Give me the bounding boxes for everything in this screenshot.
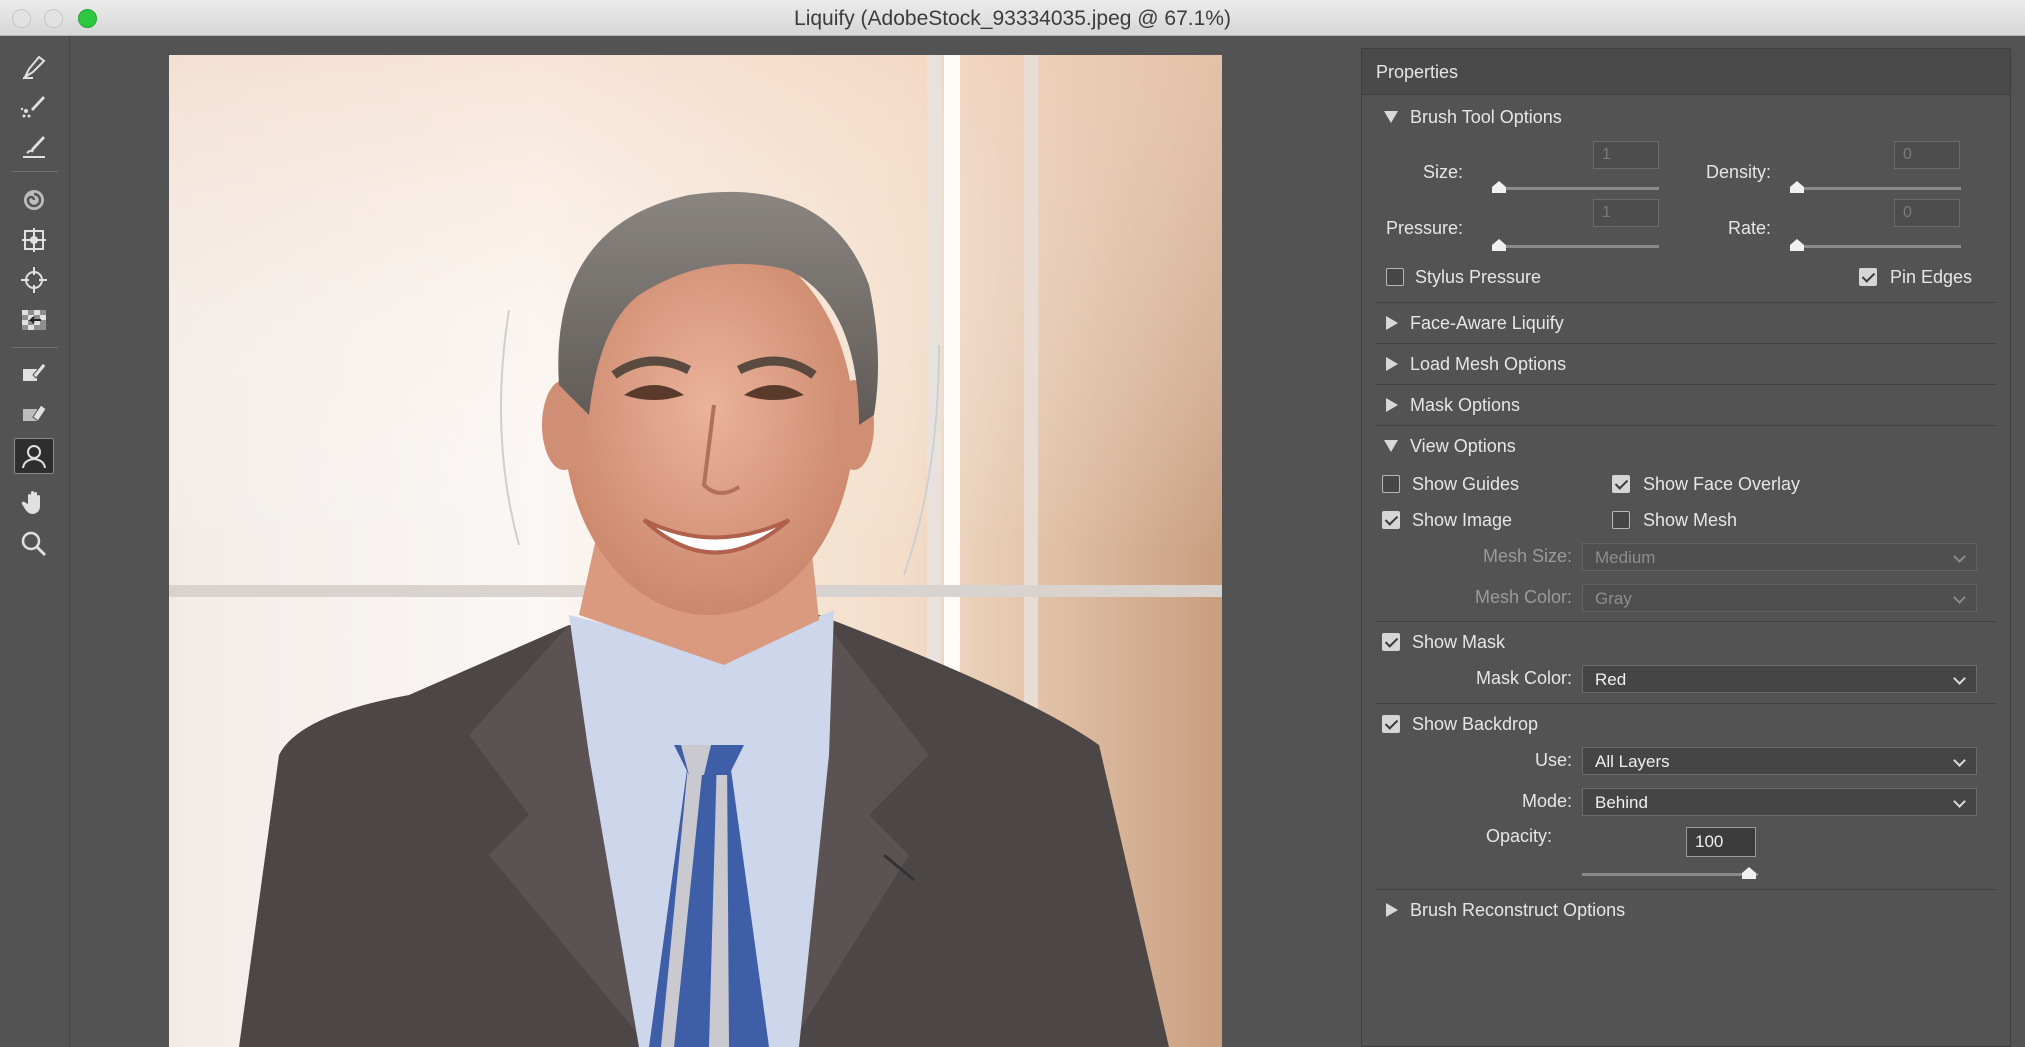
hand-tool-icon[interactable] bbox=[14, 484, 54, 520]
twirl-clockwise-tool-icon[interactable] bbox=[14, 182, 54, 218]
show-image-label: Show Image bbox=[1412, 510, 1513, 530]
pressure-slider-track[interactable] bbox=[1492, 245, 1659, 248]
chevron-down-icon bbox=[1953, 795, 1966, 808]
properties-panel: Properties Brush Tool Options Size: 1 De… bbox=[1361, 48, 2011, 1047]
pin-edges-checkbox[interactable] bbox=[1859, 268, 1877, 286]
section-header: Load Mesh Options bbox=[1410, 353, 1567, 374]
section-view-options[interactable]: View Options bbox=[1376, 426, 1996, 466]
use-select[interactable]: All Layers bbox=[1582, 747, 1977, 775]
thaw-mask-tool-icon[interactable] bbox=[14, 394, 54, 430]
show-guides-label: Show Guides bbox=[1412, 474, 1520, 494]
pucker-tool-icon[interactable] bbox=[14, 222, 54, 258]
use-value: All Layers bbox=[1595, 752, 1670, 771]
show-guides-checkbox[interactable] bbox=[1382, 475, 1400, 493]
section-brush-tool-options[interactable]: Brush Tool Options bbox=[1376, 97, 1996, 137]
smooth-tool-icon[interactable] bbox=[14, 128, 54, 164]
opacity-slider-thumb[interactable] bbox=[1742, 867, 1756, 879]
density-slider-track[interactable] bbox=[1790, 187, 1961, 190]
size-label: Size: bbox=[1422, 162, 1463, 182]
density-input[interactable]: 0 bbox=[1894, 141, 1960, 169]
density-label: Density: bbox=[1705, 162, 1771, 182]
liquify-toolbar bbox=[0, 36, 70, 1047]
pressure-label: Pressure: bbox=[1385, 218, 1463, 238]
mesh-size-label: Mesh Size: bbox=[1482, 546, 1572, 566]
stylus-pressure-label: Stylus Pressure bbox=[1415, 267, 1542, 287]
pin-edges-label: Pin Edges bbox=[1890, 267, 1973, 287]
section-header: Brush Tool Options bbox=[1410, 106, 1562, 127]
pressure-input[interactable]: 1 bbox=[1593, 199, 1659, 227]
expand-triangle-icon bbox=[1386, 903, 1398, 917]
section-brush-reconstruct-options[interactable]: Brush Reconstruct Options bbox=[1376, 890, 1996, 930]
forward-warp-tool-icon[interactable] bbox=[14, 48, 54, 84]
mesh-color-value: Gray bbox=[1595, 589, 1632, 608]
rate-label: Rate: bbox=[1727, 218, 1771, 238]
mask-color-select[interactable]: Red bbox=[1582, 665, 1977, 693]
expand-triangle-icon bbox=[1386, 357, 1398, 371]
show-mask-label: Show Mask bbox=[1412, 632, 1506, 652]
bloat-tool-icon[interactable] bbox=[14, 262, 54, 298]
show-face-overlay-checkbox[interactable] bbox=[1612, 475, 1630, 493]
mask-color-value: Red bbox=[1595, 670, 1627, 689]
face-tool-icon[interactable] bbox=[14, 438, 54, 474]
freeze-mask-tool-icon[interactable] bbox=[14, 354, 54, 390]
show-backdrop-label: Show Backdrop bbox=[1412, 714, 1539, 734]
size-slider-track[interactable] bbox=[1492, 187, 1659, 190]
section-header: Face-Aware Liquify bbox=[1410, 312, 1564, 333]
use-label: Use: bbox=[1534, 750, 1572, 770]
section-mask-options[interactable]: Mask Options bbox=[1376, 385, 1996, 426]
mesh-color-select[interactable]: Gray bbox=[1582, 584, 1977, 612]
collapse-triangle-icon bbox=[1384, 111, 1398, 123]
collapse-triangle-icon bbox=[1384, 440, 1398, 452]
section-header: Mask Options bbox=[1410, 394, 1521, 415]
mesh-size-select[interactable]: Medium bbox=[1582, 543, 1977, 571]
density-slider-thumb[interactable] bbox=[1790, 181, 1804, 193]
rate-input[interactable]: 0 bbox=[1894, 199, 1960, 227]
mode-value: Behind bbox=[1595, 793, 1648, 812]
mode-label: Mode: bbox=[1521, 791, 1572, 811]
zoom-tool-icon[interactable] bbox=[14, 526, 54, 562]
show-mesh-label: Show Mesh bbox=[1643, 510, 1738, 530]
opacity-label: Opacity: bbox=[1485, 826, 1552, 846]
expand-triangle-icon bbox=[1386, 398, 1398, 412]
show-backdrop-checkbox[interactable] bbox=[1382, 715, 1400, 733]
show-face-overlay-label: Show Face Overlay bbox=[1643, 474, 1801, 494]
section-face-aware-liquify[interactable]: Face-Aware Liquify bbox=[1376, 303, 1996, 344]
push-left-tool-icon[interactable] bbox=[14, 302, 54, 338]
chevron-down-icon bbox=[1953, 550, 1966, 563]
reconstruct-tool-icon[interactable] bbox=[14, 88, 54, 124]
show-image-checkbox[interactable] bbox=[1382, 511, 1400, 529]
section-header: View Options bbox=[1410, 435, 1516, 456]
size-slider-thumb[interactable] bbox=[1492, 181, 1506, 193]
mode-select[interactable]: Behind bbox=[1582, 788, 1977, 816]
section-header: Brush Reconstruct Options bbox=[1410, 899, 1626, 920]
pressure-slider-thumb[interactable] bbox=[1492, 239, 1506, 251]
expand-triangle-icon bbox=[1386, 316, 1398, 330]
stylus-pressure-checkbox[interactable] bbox=[1386, 268, 1404, 286]
show-mask-checkbox[interactable] bbox=[1382, 633, 1400, 651]
show-mesh-checkbox[interactable] bbox=[1612, 511, 1630, 529]
opacity-slider-track[interactable] bbox=[1582, 873, 1758, 876]
mesh-size-value: Medium bbox=[1595, 548, 1656, 567]
rate-slider-thumb[interactable] bbox=[1790, 239, 1804, 251]
window-title: Liquify (AdobeStock_93334035.jpeg @ 67.1… bbox=[794, 7, 1231, 30]
section-load-mesh-options[interactable]: Load Mesh Options bbox=[1376, 344, 1996, 385]
title-bar: Liquify (AdobeStock_93334035.jpeg @ 67.1… bbox=[0, 0, 2025, 36]
mask-color-label: Mask Color: bbox=[1475, 668, 1572, 688]
portrait-photo bbox=[169, 55, 1222, 1047]
rate-slider-track[interactable] bbox=[1790, 245, 1961, 248]
chevron-down-icon bbox=[1953, 591, 1966, 604]
size-input[interactable]: 1 bbox=[1593, 141, 1659, 169]
opacity-input[interactable]: 100 bbox=[1686, 827, 1756, 857]
chevron-down-icon bbox=[1953, 754, 1966, 767]
mesh-color-label: Mesh Color: bbox=[1474, 587, 1572, 607]
preview-canvas[interactable] bbox=[71, 36, 1351, 1047]
chevron-down-icon bbox=[1953, 672, 1966, 685]
panel-title: Properties bbox=[1362, 49, 2010, 95]
